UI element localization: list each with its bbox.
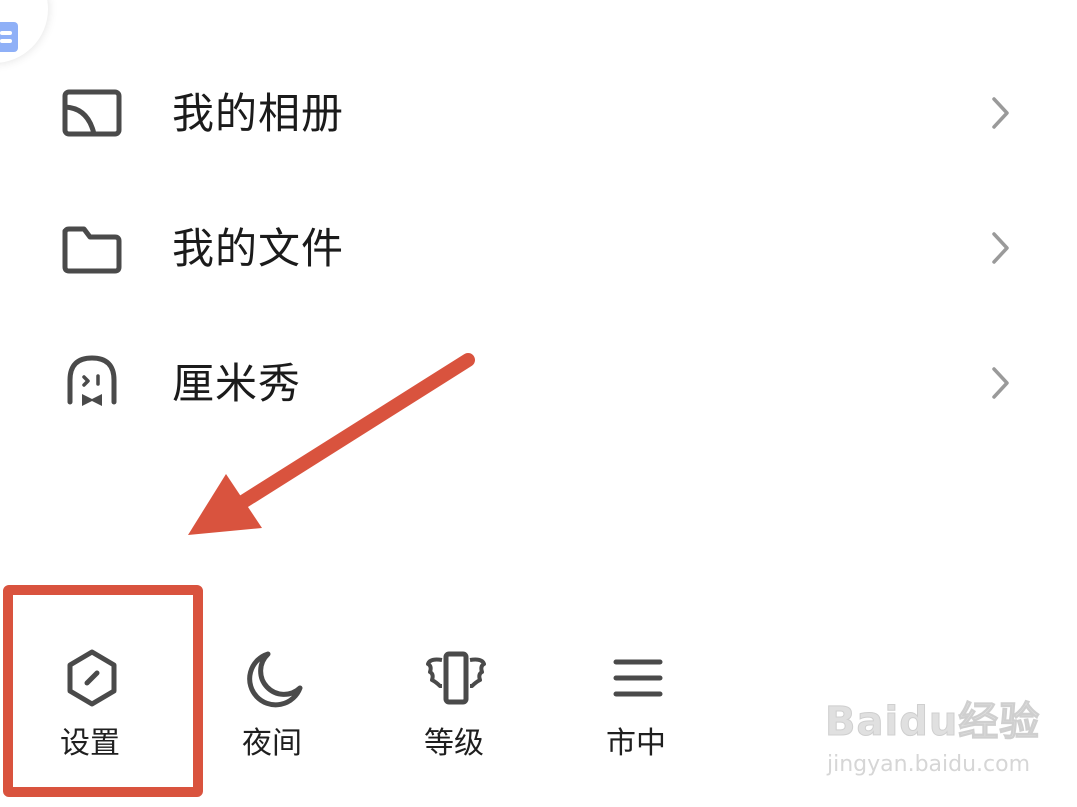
- settings-button[interactable]: 设置: [40, 640, 140, 770]
- settings-hexagon-icon: [67, 649, 117, 707]
- menu-item-files[interactable]: 我的文件: [0, 193, 1077, 303]
- watermark-site: jingyan.baidu.com: [827, 752, 1031, 777]
- tool-label: 夜间: [242, 726, 302, 761]
- ghost-icon: [67, 355, 117, 406]
- more-button[interactable]: 市中: [586, 640, 686, 770]
- watermark-brand: Baidu经验: [824, 699, 1041, 745]
- album-icon: [62, 89, 122, 137]
- chevron-right-icon: [992, 97, 1009, 129]
- menu-item-album[interactable]: 我的相册: [0, 58, 1077, 168]
- chevron-right-icon: [992, 232, 1009, 264]
- menu-label: 厘米秀: [172, 359, 302, 408]
- tool-label: 等级: [424, 726, 484, 761]
- night-mode-button[interactable]: 夜间: [222, 640, 322, 770]
- menu-lines-icon: [613, 659, 663, 697]
- folder-icon: [62, 226, 122, 274]
- moon-icon: [247, 651, 303, 708]
- tool-label: 设置: [60, 726, 120, 761]
- tool-label: 市中: [606, 726, 666, 761]
- menu-item-cmshow[interactable]: 厘米秀: [0, 328, 1077, 438]
- menu-label: 我的文件: [172, 224, 345, 273]
- watermark: Baidu经验 jingyan.baidu.com: [824, 690, 1055, 790]
- mobile-menu-screen: 我的相册 我的文件 厘米秀 设置 夜间 等级 市中 Baidu经验 jingya…: [0, 0, 1077, 807]
- level-button[interactable]: 等级: [404, 640, 504, 770]
- menu-label: 我的相册: [172, 89, 345, 138]
- chevron-right-icon: [992, 367, 1009, 399]
- trophy-wings-icon: [426, 651, 486, 705]
- avatar-badge-icon: [0, 22, 18, 52]
